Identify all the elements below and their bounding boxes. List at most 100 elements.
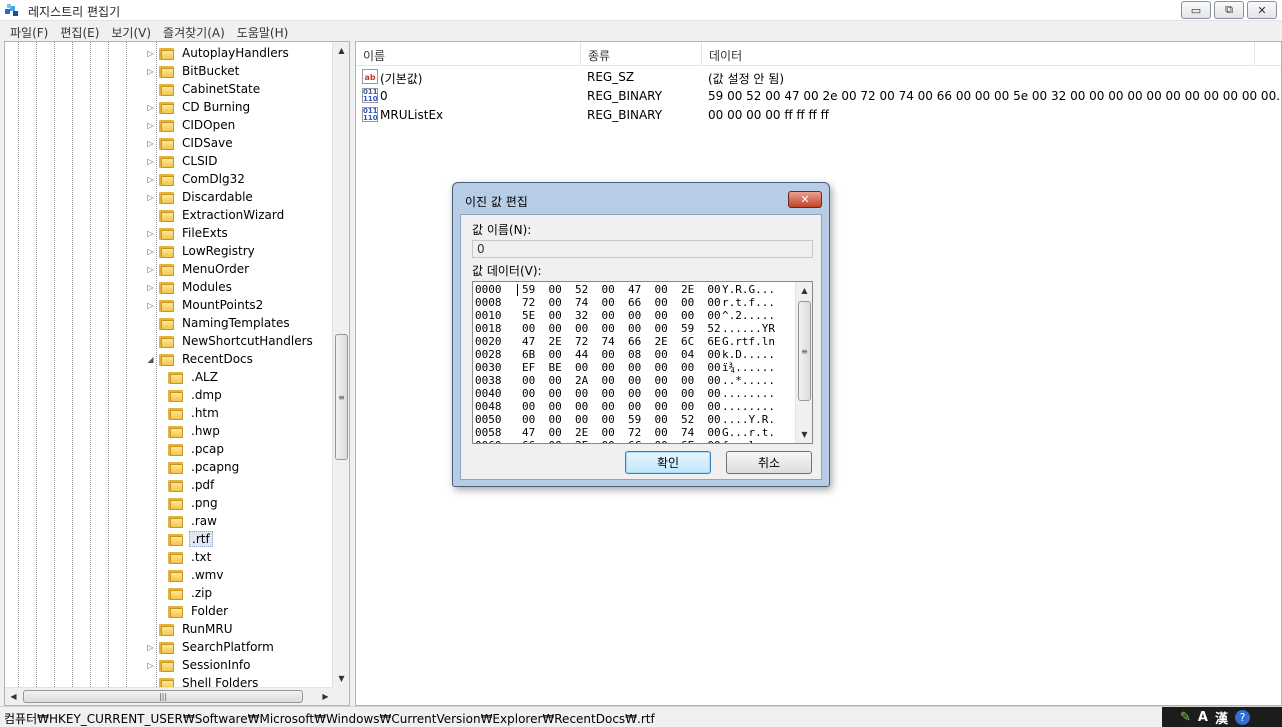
tree-node[interactable]: ▷ LowRegistry <box>146 242 257 260</box>
hex-offset[interactable]: 0008 <box>475 296 502 309</box>
help-icon[interactable]: ? <box>1234 710 1250 725</box>
hex-bytes[interactable]: EF BE 00 00 00 00 00 00 <box>522 361 721 374</box>
tree-vertical-scrollbar[interactable]: ▲ ≡ ▼ <box>332 42 349 687</box>
restore-button[interactable]: ⧉ <box>1214 1 1244 19</box>
column-name[interactable]: 이름 <box>356 42 581 66</box>
hex-ascii[interactable]: ....Y.R. <box>722 413 775 426</box>
tree-node[interactable]: .txt <box>168 548 213 566</box>
tree-node[interactable]: .rtf <box>168 530 213 548</box>
expand-arrow-icon[interactable]: ▷ <box>146 283 155 292</box>
ime-mode-indicator[interactable]: A <box>1198 710 1208 725</box>
expand-arrow-icon[interactable]: ▷ <box>146 661 155 670</box>
hex-bytes[interactable]: 47 2E 72 74 66 2E 6C 6E <box>522 335 721 348</box>
hex-offset[interactable]: 0020 <box>475 335 502 348</box>
tree-node[interactable]: .dmp <box>168 386 224 404</box>
scroll-left-icon[interactable]: ◀ <box>5 688 22 705</box>
ok-button[interactable]: 확인 <box>625 451 711 474</box>
scroll-up-icon[interactable]: ▲ <box>796 282 812 299</box>
registry-tree[interactable]: ▷ AutoplayHandlers ▷ BitBucket CabinetState ▷… <box>4 41 350 706</box>
hex-ascii[interactable]: ......YR <box>722 322 775 335</box>
hex-offset[interactable]: 0000 <box>475 283 502 296</box>
scroll-down-icon[interactable]: ▼ <box>333 670 349 687</box>
hex-ascii[interactable]: f...l.n. <box>722 439 775 443</box>
tree-node[interactable]: ▷ MenuOrder <box>146 260 251 278</box>
tree-hscroll-thumb[interactable]: ||| <box>23 690 303 703</box>
hex-scroll-thumb[interactable]: ≡ <box>798 301 811 401</box>
close-window-button[interactable]: ✕ <box>1247 1 1277 19</box>
hex-offset[interactable]: 0038 <box>475 374 502 387</box>
tree-node[interactable]: ▷ CD Burning <box>146 98 252 116</box>
tree-node[interactable]: CabinetState <box>146 80 262 98</box>
tree-scroll-thumb[interactable]: ≡ <box>335 334 348 460</box>
tree-node[interactable]: .pcapng <box>168 458 241 476</box>
tree-node[interactable]: .pcap <box>168 440 226 458</box>
column-type[interactable]: 종류 <box>581 42 702 66</box>
tree-node[interactable]: NamingTemplates <box>146 314 292 332</box>
hex-ascii[interactable]: ..*..... <box>722 374 775 387</box>
tree-node[interactable]: ▷ CLSID <box>146 152 219 170</box>
value-row[interactable]: 011 110 MRUListEx REG_BINARY 00 00 00 00 ff… <box>356 106 1281 124</box>
hex-bytes[interactable]: 66 00 2E 00 6C 00 6E 00 <box>522 439 721 443</box>
value-row[interactable]: 011 110 0 REG_BINARY 59 00 52 00 47 00 2e 0… <box>356 87 1281 105</box>
tree-node[interactable]: RunMRU <box>146 620 234 638</box>
expand-arrow-icon[interactable]: ▷ <box>146 139 155 148</box>
menu-favorites[interactable]: 즐겨찾기(A) <box>157 21 231 41</box>
tree-horizontal-scrollbar[interactable]: ◀ ||| ▶ <box>5 687 334 705</box>
tree-node[interactable]: .wmv <box>168 566 225 584</box>
expand-arrow-icon[interactable]: ▷ <box>146 49 155 58</box>
expand-arrow-icon[interactable]: ▷ <box>146 103 155 112</box>
tree-node[interactable]: ▷ CIDOpen <box>146 116 237 134</box>
tree-node[interactable]: .hwp <box>168 422 222 440</box>
tree-node[interactable]: ▷ MountPoints2 <box>146 296 265 314</box>
tree-node[interactable]: ▷ SessionInfo <box>146 656 253 674</box>
cancel-button[interactable]: 취소 <box>726 451 812 474</box>
hex-ascii[interactable]: G...r.t. <box>722 426 775 439</box>
tree-node[interactable]: Folder <box>168 602 230 620</box>
hex-bytes[interactable]: 00 00 00 00 00 00 59 52 <box>522 322 721 335</box>
tree-node[interactable]: .htm <box>168 404 221 422</box>
hex-ascii[interactable]: ï¾...... <box>722 361 775 374</box>
hex-bytes[interactable]: 00 00 00 00 00 00 00 00 <box>522 400 721 413</box>
hex-offset[interactable]: 0010 <box>475 309 502 322</box>
column-data[interactable]: 데이터 <box>702 42 1255 66</box>
collapse-arrow-icon[interactable]: ◢ <box>146 355 155 364</box>
tree-node[interactable]: .raw <box>168 512 219 530</box>
tree-node[interactable]: ▷ Modules <box>146 278 234 296</box>
hex-offset[interactable]: 0028 <box>475 348 502 361</box>
scroll-up-icon[interactable]: ▲ <box>333 42 349 59</box>
dialog-close-button[interactable]: ✕ <box>788 191 822 208</box>
tree-node[interactable]: ▷ CIDSave <box>146 134 235 152</box>
tree-node[interactable]: ▷ SearchPlatform <box>146 638 276 656</box>
tree-node[interactable]: ExtractionWizard <box>146 206 286 224</box>
expand-arrow-icon[interactable]: ▷ <box>146 157 155 166</box>
expand-arrow-icon[interactable]: ▷ <box>146 301 155 310</box>
hex-ascii[interactable]: G.rtf.ln <box>722 335 775 348</box>
hex-offset[interactable]: 0040 <box>475 387 502 400</box>
expand-arrow-icon[interactable]: ▷ <box>146 175 155 184</box>
hex-ascii[interactable]: k.D..... <box>722 348 775 361</box>
tree-node[interactable]: NewShortcutHandlers <box>146 332 315 350</box>
hex-ascii[interactable]: ^.2..... <box>722 309 775 322</box>
hex-bytes[interactable]: 72 00 74 00 66 00 00 00 <box>522 296 721 309</box>
tree-node[interactable]: ▷ AutoplayHandlers <box>146 44 291 62</box>
tree-node[interactable]: .zip <box>168 584 214 602</box>
hex-bytes[interactable]: 5E 00 32 00 00 00 00 00 <box>522 309 721 322</box>
hex-bytes[interactable]: 00 00 2A 00 00 00 00 00 <box>522 374 721 387</box>
value-name-field[interactable] <box>472 240 813 258</box>
hex-ascii[interactable]: ........ <box>722 387 775 400</box>
hex-offset[interactable]: 0050 <box>475 413 502 426</box>
tree-node[interactable]: .ALZ <box>168 368 220 386</box>
menu-view[interactable]: 보기(V) <box>105 21 157 41</box>
expand-arrow-icon[interactable]: ▷ <box>146 229 155 238</box>
menu-help[interactable]: 도움말(H) <box>231 21 295 41</box>
hex-offset[interactable]: 0058 <box>475 426 502 439</box>
expand-arrow-icon[interactable]: ▷ <box>146 193 155 202</box>
expand-arrow-icon[interactable]: ▷ <box>146 247 155 256</box>
tree-node[interactable]: .pdf <box>168 476 216 494</box>
hex-bytes[interactable]: 00 00 00 00 00 00 00 00 <box>522 387 721 400</box>
hex-bytes[interactable]: 00 00 00 00 59 00 52 00 <box>522 413 721 426</box>
expand-arrow-icon[interactable]: ▷ <box>146 643 155 652</box>
tree-node[interactable]: .png <box>168 494 220 512</box>
hex-scrollbar[interactable]: ▲ ≡ ▼ <box>795 282 812 443</box>
hex-offset[interactable]: 0018 <box>475 322 502 335</box>
